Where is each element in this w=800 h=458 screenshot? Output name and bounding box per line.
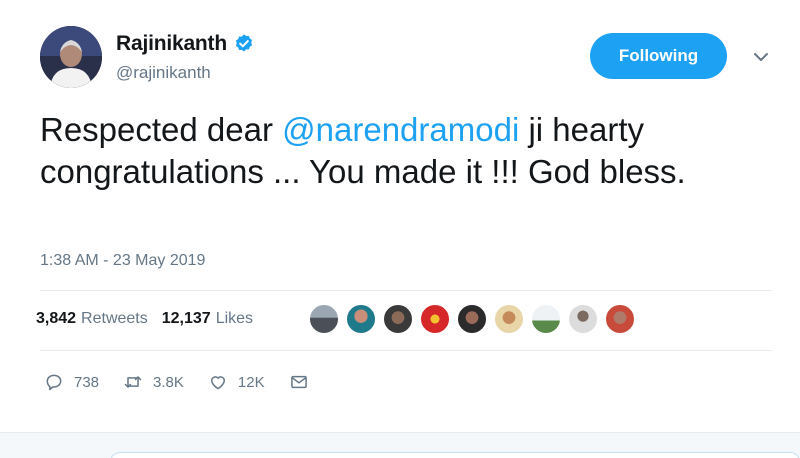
chevron-down-icon[interactable] bbox=[752, 50, 770, 64]
heart-icon bbox=[210, 376, 225, 390]
liker-avatar[interactable] bbox=[530, 303, 562, 335]
like-button[interactable]: 12K bbox=[208, 372, 265, 392]
envelope-icon bbox=[290, 375, 307, 389]
timestamp[interactable]: 1:38 AM - 23 May 2019 bbox=[40, 252, 205, 270]
retweet-button[interactable]: 3.8K bbox=[123, 372, 184, 392]
retweet-icon bbox=[124, 376, 142, 388]
reply-icon bbox=[46, 374, 62, 391]
like-count: 12K bbox=[237, 373, 265, 391]
liker-avatar[interactable] bbox=[456, 303, 488, 335]
likes-label[interactable]: Likes bbox=[216, 310, 253, 328]
author-handle[interactable]: @rajinikanth bbox=[116, 63, 211, 83]
reply-button[interactable]: 738 bbox=[44, 372, 99, 392]
following-button[interactable]: Following bbox=[590, 33, 727, 79]
author-name-row: Rajinikanth bbox=[116, 32, 255, 56]
direct-message-button[interactable] bbox=[289, 372, 309, 392]
retweets-count[interactable]: 3,842 bbox=[36, 310, 76, 328]
tweet-text-start: Respected dear bbox=[40, 111, 283, 148]
engagement-stats: 3,842 Retweets 12,137 Likes bbox=[36, 310, 267, 328]
liker-avatar[interactable] bbox=[345, 303, 377, 335]
avatar[interactable] bbox=[40, 26, 102, 88]
divider bbox=[40, 290, 772, 291]
liker-avatar[interactable] bbox=[382, 303, 414, 335]
tweet-actions: 738 3.8K 12K bbox=[44, 372, 333, 392]
reply-input[interactable] bbox=[110, 452, 800, 458]
verified-badge-icon bbox=[235, 34, 253, 52]
display-name[interactable]: Rajinikanth bbox=[116, 32, 227, 56]
liker-avatar[interactable] bbox=[604, 303, 636, 335]
liker-avatar[interactable] bbox=[493, 303, 525, 335]
retweets-label[interactable]: Retweets bbox=[81, 310, 148, 328]
retweet-count: 3.8K bbox=[153, 373, 184, 391]
liker-avatars bbox=[308, 303, 641, 335]
tweet-text: Respected dear @narendramodi ji hearty c… bbox=[40, 109, 770, 193]
liker-avatar[interactable] bbox=[419, 303, 451, 335]
likes-count[interactable]: 12,137 bbox=[162, 310, 211, 328]
tweet-card: Rajinikanth @rajinikanth Following Respe… bbox=[0, 0, 800, 458]
mention-link[interactable]: @narendramodi bbox=[282, 111, 519, 148]
liker-avatar[interactable] bbox=[567, 303, 599, 335]
divider bbox=[40, 350, 772, 351]
liker-avatar[interactable] bbox=[308, 303, 340, 335]
reply-count: 738 bbox=[74, 373, 100, 391]
